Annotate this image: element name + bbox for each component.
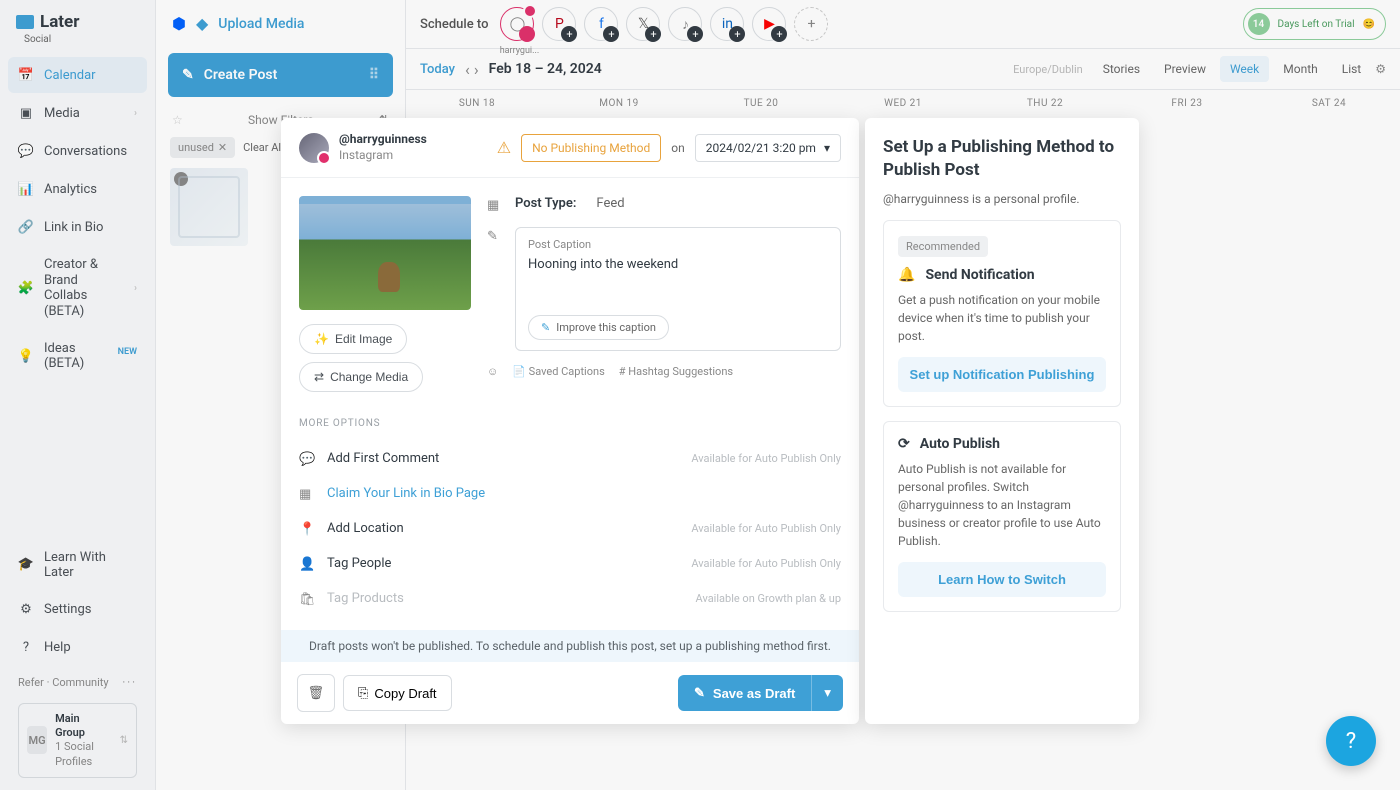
chevron-down-icon: ▾: [824, 141, 830, 155]
warning-icon: ⚠: [497, 138, 511, 157]
opt-tag-products: 🛍 Tag Products Available on Growth plan …: [299, 581, 841, 616]
btn-label: Edit Image: [335, 332, 392, 346]
opt-availability: Available on Growth plan & up: [696, 592, 841, 605]
post-modal: @harryguinness Instagram ⚠ No Publishing…: [281, 118, 1139, 724]
account-handle: @harryguinness: [339, 132, 427, 148]
help-bubble-icon: ?: [1346, 729, 1356, 754]
opt-tag-people[interactable]: 👤 Tag People Available for Auto Publish …: [299, 546, 841, 581]
opt-label: Claim Your Link in Bio Page: [327, 486, 485, 501]
account-avatar: [299, 133, 329, 163]
post-type-row: ▦ Post Type: Feed: [487, 196, 841, 213]
modal-footer: 🗑 ⎘ Copy Draft ✎ Save as Draft ▾: [281, 662, 859, 724]
opt-link-bio[interactable]: ▦ Claim Your Link in Bio Page: [299, 476, 841, 511]
grid-icon: ▦: [487, 196, 503, 213]
pencil-icon: ✎: [694, 685, 705, 701]
sparkle-icon: ✨: [314, 332, 329, 346]
modal-sidebar: Set Up a Publishing Method to Publish Po…: [865, 118, 1139, 724]
card-header: ⟳ Auto Publish: [898, 436, 1106, 452]
copy-draft-button[interactable]: ⎘ Copy Draft: [343, 675, 452, 711]
opt-label: Add Location: [327, 521, 404, 536]
card-notification: Recommended 🔔 Send Notification Get a pu…: [883, 220, 1121, 407]
caption-tools: ☺ 📄 Saved Captions # Hashtag Suggestions: [487, 365, 841, 378]
bag-icon: 🛍: [299, 590, 315, 607]
card-body: Auto Publish is not available for person…: [898, 460, 1106, 550]
draft-banner: Draft posts won't be published. To sched…: [281, 630, 859, 662]
save-draft-button[interactable]: ✎ Save as Draft: [678, 675, 811, 711]
bell-icon: 🔔: [898, 267, 915, 283]
sidebar-title: Set Up a Publishing Method to Publish Po…: [883, 136, 1121, 182]
more-options-label: MORE OPTIONS: [299, 418, 841, 429]
post-type-label: Post Type:: [515, 196, 576, 211]
opt-label: Add First Comment: [327, 451, 439, 466]
btn-label: Copy Draft: [374, 686, 436, 701]
caption-label: Post Caption: [528, 238, 828, 251]
publishing-method-pill[interactable]: No Publishing Method: [521, 134, 661, 162]
comment-icon: 💬: [299, 450, 315, 467]
saved-captions[interactable]: 📄 Saved Captions: [512, 365, 605, 378]
hashtag-suggestions[interactable]: # Hashtag Suggestions: [619, 365, 733, 378]
edit-image-button[interactable]: ✨ Edit Image: [299, 324, 407, 354]
card-header: 🔔 Send Notification: [898, 267, 1106, 283]
opt-first-comment[interactable]: 💬 Add First Comment Available for Auto P…: [299, 441, 841, 476]
swap-icon: ⇄: [314, 370, 324, 384]
btn-label: Improve this caption: [556, 321, 656, 334]
opt-availability: Available for Auto Publish Only: [691, 557, 841, 570]
emoji-picker-icon[interactable]: ☺: [487, 365, 498, 378]
more-options: MORE OPTIONS 💬 Add First Comment Availab…: [281, 418, 859, 630]
wand-icon: ✎: [541, 321, 550, 334]
post-image[interactable]: [299, 196, 471, 310]
improve-caption-button[interactable]: ✎ Improve this caption: [528, 315, 669, 340]
help-fab[interactable]: ?: [1326, 716, 1376, 766]
person-icon: 👤: [299, 555, 315, 572]
btn-label: Save as Draft: [713, 686, 795, 701]
image-column: ✨ Edit Image ⇄ Change Media: [299, 196, 471, 392]
opt-availability: Available for Auto Publish Only: [691, 522, 841, 535]
copy-icon: ⎘: [358, 685, 368, 701]
autopublish-icon: ⟳: [898, 436, 910, 452]
instagram-badge-icon: [317, 151, 331, 165]
save-draft-group: ✎ Save as Draft ▾: [678, 675, 843, 711]
setup-notification-button[interactable]: Set up Notification Publishing: [898, 357, 1106, 392]
opt-availability: Available for Auto Publish Only: [691, 452, 841, 465]
account-platform: Instagram: [339, 148, 427, 164]
image-buttons: ✨ Edit Image ⇄ Change Media: [299, 324, 471, 392]
card-body: Get a push notification on your mobile d…: [898, 291, 1106, 345]
location-icon: 📍: [299, 520, 315, 537]
account-names: @harryguinness Instagram: [339, 132, 427, 163]
caption-row: ✎ Post Caption Hooning into the weekend …: [487, 227, 841, 351]
modal-body: ✨ Edit Image ⇄ Change Media ▦ Post Type: F…: [281, 178, 859, 410]
change-media-button[interactable]: ⇄ Change Media: [299, 362, 423, 392]
opt-location[interactable]: 📍 Add Location Available for Auto Publis…: [299, 511, 841, 546]
datetime-picker[interactable]: 2024/02/21 3:20 pm ▾: [695, 134, 841, 162]
post-type-value: Feed: [596, 196, 624, 211]
caption-text[interactable]: Hooning into the weekend: [528, 257, 828, 307]
save-draft-dropdown[interactable]: ▾: [811, 675, 843, 711]
opt-label: Tag Products: [327, 591, 404, 606]
datetime-value: 2024/02/21 3:20 pm: [706, 141, 816, 155]
learn-switch-button[interactable]: Learn How to Switch: [898, 562, 1106, 597]
sidebar-subtitle: @harryguinness is a personal profile.: [883, 192, 1121, 206]
fields-column: ▦ Post Type: Feed ✎ Post Caption Hooning…: [487, 196, 841, 392]
trash-icon: 🗑: [308, 685, 325, 701]
caption-box[interactable]: Post Caption Hooning into the weekend ✎ I…: [515, 227, 841, 351]
card-title: Send Notification: [925, 267, 1034, 283]
caption-icon: ✎: [487, 227, 503, 244]
card-autopublish: ⟳ Auto Publish Auto Publish is not avail…: [883, 421, 1121, 612]
btn-label: Change Media: [330, 370, 408, 384]
linkbio-icon: ▦: [299, 485, 315, 502]
modal-header: @harryguinness Instagram ⚠ No Publishing…: [281, 118, 859, 178]
recommended-badge: Recommended: [898, 236, 988, 257]
opt-label: Tag People: [327, 556, 391, 571]
modal-main: @harryguinness Instagram ⚠ No Publishing…: [281, 118, 859, 724]
on-label: on: [671, 141, 684, 155]
delete-button[interactable]: 🗑: [297, 674, 335, 712]
card-title: Auto Publish: [920, 436, 1000, 452]
